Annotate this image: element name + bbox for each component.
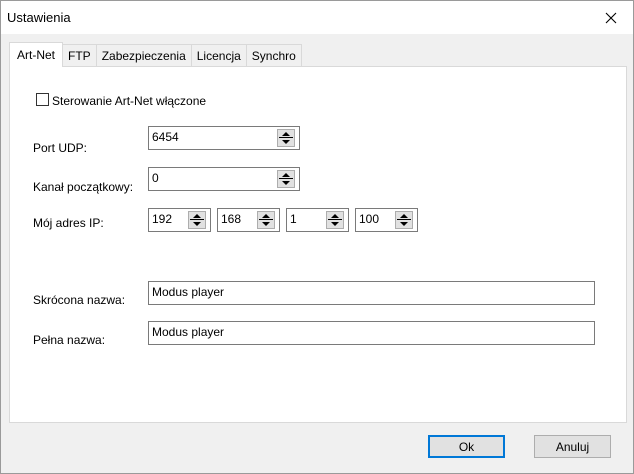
ip2-spin-down[interactable] xyxy=(258,220,274,228)
tab-security[interactable]: Zabezpieczenia xyxy=(96,44,192,66)
long-name-label: Pełna nazwa: xyxy=(33,333,106,347)
port-spin-down[interactable] xyxy=(278,138,294,146)
tab-ftp[interactable]: FTP xyxy=(63,44,97,66)
ip4-spin-down[interactable] xyxy=(396,220,412,228)
artnet-enable-label: Sterowanie Art-Net włączone xyxy=(52,94,207,108)
spin-down-icon xyxy=(262,222,270,226)
tab-synchro[interactable]: Synchro xyxy=(246,44,302,66)
spin-down-icon xyxy=(331,222,339,226)
spin-up-icon xyxy=(193,214,201,218)
ip3-spin-down[interactable] xyxy=(327,220,343,228)
spin-down-icon xyxy=(282,140,290,144)
spin-up-icon xyxy=(331,214,339,218)
window-title: Ustawienia xyxy=(7,10,71,25)
tab-license[interactable]: Licencja xyxy=(191,44,247,66)
channel-label: Kanał początkowy: xyxy=(33,180,134,194)
title-bar: Ustawienia xyxy=(1,1,633,34)
ip1-spin-down[interactable] xyxy=(189,220,205,228)
ip-octet-3-spinner[interactable] xyxy=(326,211,344,229)
spin-down-icon xyxy=(282,181,290,185)
spin-down-icon xyxy=(400,222,408,226)
port-spinner[interactable] xyxy=(277,129,295,147)
channel-spin-down[interactable] xyxy=(278,179,294,187)
spin-up-icon xyxy=(400,214,408,218)
spin-up-icon xyxy=(282,173,290,177)
short-name-label: Skrócona nazwa: xyxy=(33,293,126,307)
long-name-input[interactable]: Modus player xyxy=(148,321,595,345)
ip-octet-4-spinner[interactable] xyxy=(395,211,413,229)
tab-strip: Art-Net FTP Zabezpieczenia Licencja Sync… xyxy=(9,42,302,67)
short-name-input[interactable]: Modus player xyxy=(148,281,595,305)
spin-down-icon xyxy=(193,222,201,226)
tab-artnet[interactable]: Art-Net xyxy=(9,42,64,67)
settings-dialog: Ustawienia Art-Net FTP Zabezpieczenia Li… xyxy=(0,0,634,474)
close-button[interactable] xyxy=(589,1,633,34)
ip-octet-1-spinner[interactable] xyxy=(188,211,206,229)
cancel-button[interactable]: Anuluj xyxy=(534,435,611,458)
ok-button[interactable]: Ok xyxy=(428,435,505,458)
spin-up-icon xyxy=(282,132,290,136)
artnet-enable-checkbox[interactable] xyxy=(36,93,49,106)
artnet-panel: Sterowanie Art-Net włączone Port UDP: 64… xyxy=(9,66,627,423)
spin-up-icon xyxy=(262,214,270,218)
channel-spinner[interactable] xyxy=(277,170,295,188)
ip-label: Mój adres IP: xyxy=(33,216,104,230)
ip-octet-2-spinner[interactable] xyxy=(257,211,275,229)
close-icon xyxy=(605,12,617,23)
port-label: Port UDP: xyxy=(33,141,88,155)
